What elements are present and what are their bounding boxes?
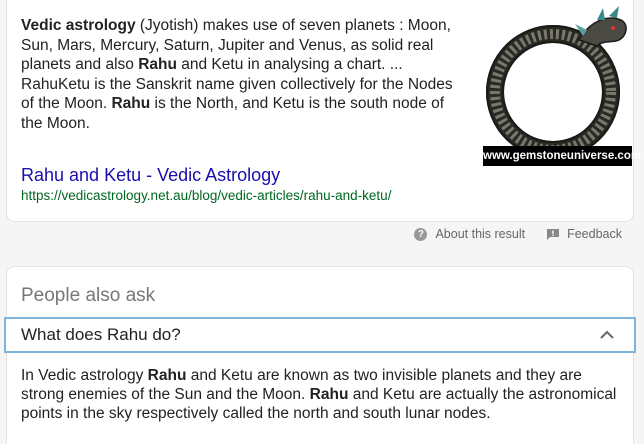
answer-bold: Rahu [147, 367, 187, 384]
snippet-bold: Rahu [138, 56, 177, 74]
people-also-ask-card: People also ask What does Rahu do? In Ve… [4, 266, 636, 444]
paa-question: What does Rahu do? [21, 325, 181, 344]
about-this-result-link[interactable]: ? About this result [414, 227, 525, 241]
feedback-icon [547, 228, 560, 240]
help-icon: ? [414, 227, 428, 241]
paa-question-row[interactable]: What does Rahu do? [4, 317, 636, 353]
feedback-label: Feedback [567, 227, 622, 241]
result-title-link[interactable]: Rahu and Ketu - Vedic Astrology [21, 165, 280, 186]
chevron-up-icon[interactable] [600, 330, 614, 340]
feedback-link[interactable]: Feedback [547, 227, 622, 241]
thumbnail-caption: www.gemstoneuniverse.com [483, 146, 641, 166]
about-this-result-label: About this result [435, 227, 526, 241]
result-url: https://vedicastrology.net.au/blog/vedic… [21, 188, 392, 203]
paa-answer: In Vedic astrology Rahu and Ketu are kno… [21, 367, 617, 422]
paa-heading: People also ask [21, 285, 156, 306]
snippet-text: Vedic astrology (Jyotish) makes use of s… [21, 17, 453, 132]
featured-snippet-card: Vedic astrology (Jyotish) makes use of s… [6, 0, 641, 222]
snippet-thumbnail[interactable]: www.gemstoneuniverse.com [479, 6, 641, 166]
snippet-bold: Rahu [111, 95, 151, 113]
snippet-bold: Vedic astrology [21, 17, 136, 34]
result-footer: ? About this result Feedback [414, 227, 622, 241]
answer-bold: Rahu [309, 385, 349, 403]
serpent-ring-image [486, 6, 627, 159]
